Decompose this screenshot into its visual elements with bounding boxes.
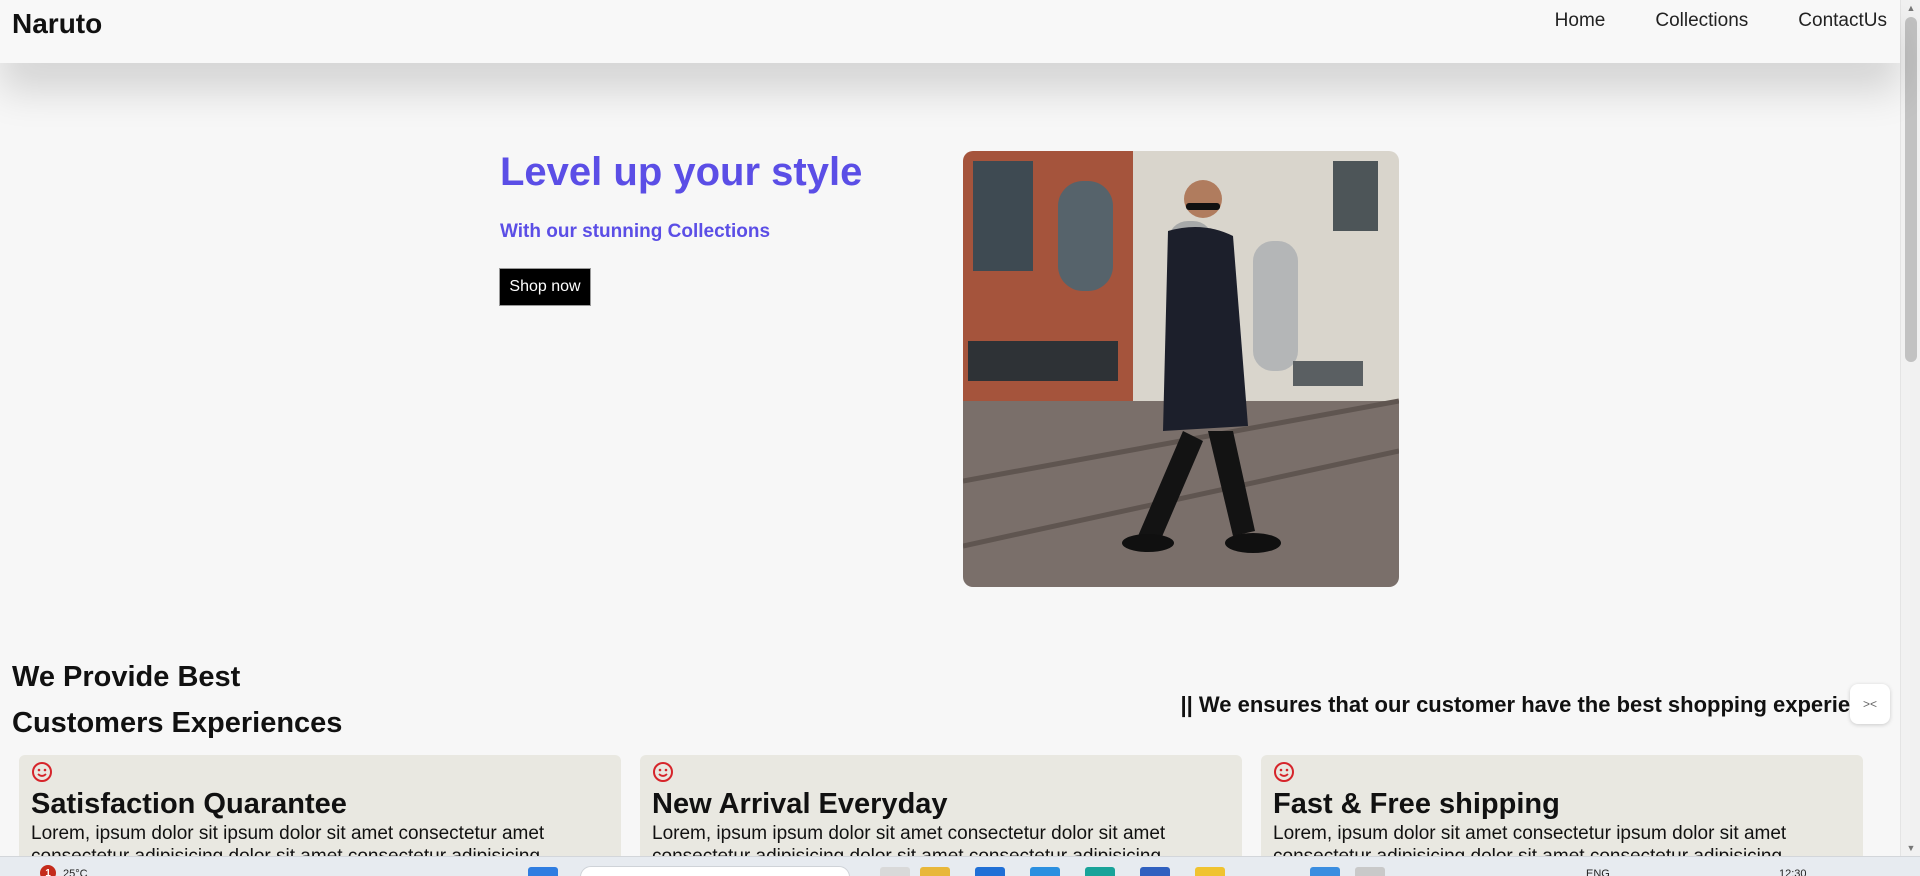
start-icon[interactable] <box>528 867 558 876</box>
nav-collections-link[interactable]: Collections <box>1655 10 1748 32</box>
scroll-thumb[interactable] <box>1905 17 1917 362</box>
shop-now-button[interactable]: Shop now <box>499 268 591 306</box>
app-icon[interactable] <box>1310 867 1340 876</box>
feature-title: Fast & Free shipping <box>1273 788 1560 820</box>
taskview-icon[interactable] <box>880 867 910 876</box>
experience-heading-line1: We Provide Best <box>12 661 241 693</box>
hero-title: Level up your style <box>500 150 863 194</box>
app-icon[interactable] <box>1030 867 1060 876</box>
feature-title: Satisfaction Quarantee <box>31 788 347 820</box>
language-indicator[interactable]: ENG <box>1586 868 1610 876</box>
experience-tagline: || We ensures that our customer have the… <box>1180 692 1888 717</box>
taskbar-search-box[interactable] <box>580 866 850 876</box>
smile-icon <box>1274 762 1294 782</box>
app-icon[interactable] <box>1195 867 1225 876</box>
experience-heading-line2: Customers Experiences <box>12 707 343 739</box>
nav-home-link[interactable]: Home <box>1555 10 1606 32</box>
smile-icon <box>653 762 673 782</box>
page-scrollbar[interactable]: ▲ ▼ <box>1900 0 1920 856</box>
hero-image <box>963 151 1399 587</box>
os-taskbar: 1 25°C ENG 12:30 <box>0 856 1920 876</box>
site-logo[interactable]: Naruto <box>12 8 102 40</box>
hero-photo-illustration <box>963 151 1399 587</box>
edge-icon[interactable] <box>1085 867 1115 876</box>
navbar: Naruto Home Collections ContactUs <box>0 0 1900 63</box>
experience-heading: We Provide Best Customers Experiences <box>12 654 342 746</box>
taskbar-clock[interactable]: 12:30 <box>1779 868 1807 876</box>
chrome-icon[interactable] <box>1355 867 1385 876</box>
store-icon[interactable] <box>975 867 1005 876</box>
collapse-icon[interactable]: >< <box>1850 684 1890 724</box>
weather-temperature[interactable]: 25°C <box>63 868 88 876</box>
file-explorer-icon[interactable] <box>920 867 950 876</box>
weather-alert-badge[interactable]: 1 <box>40 865 56 876</box>
app-icon[interactable] <box>1140 867 1170 876</box>
smile-icon <box>32 762 52 782</box>
scroll-down-icon[interactable]: ▼ <box>1901 840 1920 856</box>
feature-title: New Arrival Everyday <box>652 788 948 820</box>
hero-subtitle: With our stunning Collections <box>500 221 771 242</box>
nav-links: Home Collections ContactUs <box>1555 10 1887 32</box>
scroll-up-icon[interactable]: ▲ <box>1901 0 1920 16</box>
nav-contactus-link[interactable]: ContactUs <box>1798 10 1887 32</box>
